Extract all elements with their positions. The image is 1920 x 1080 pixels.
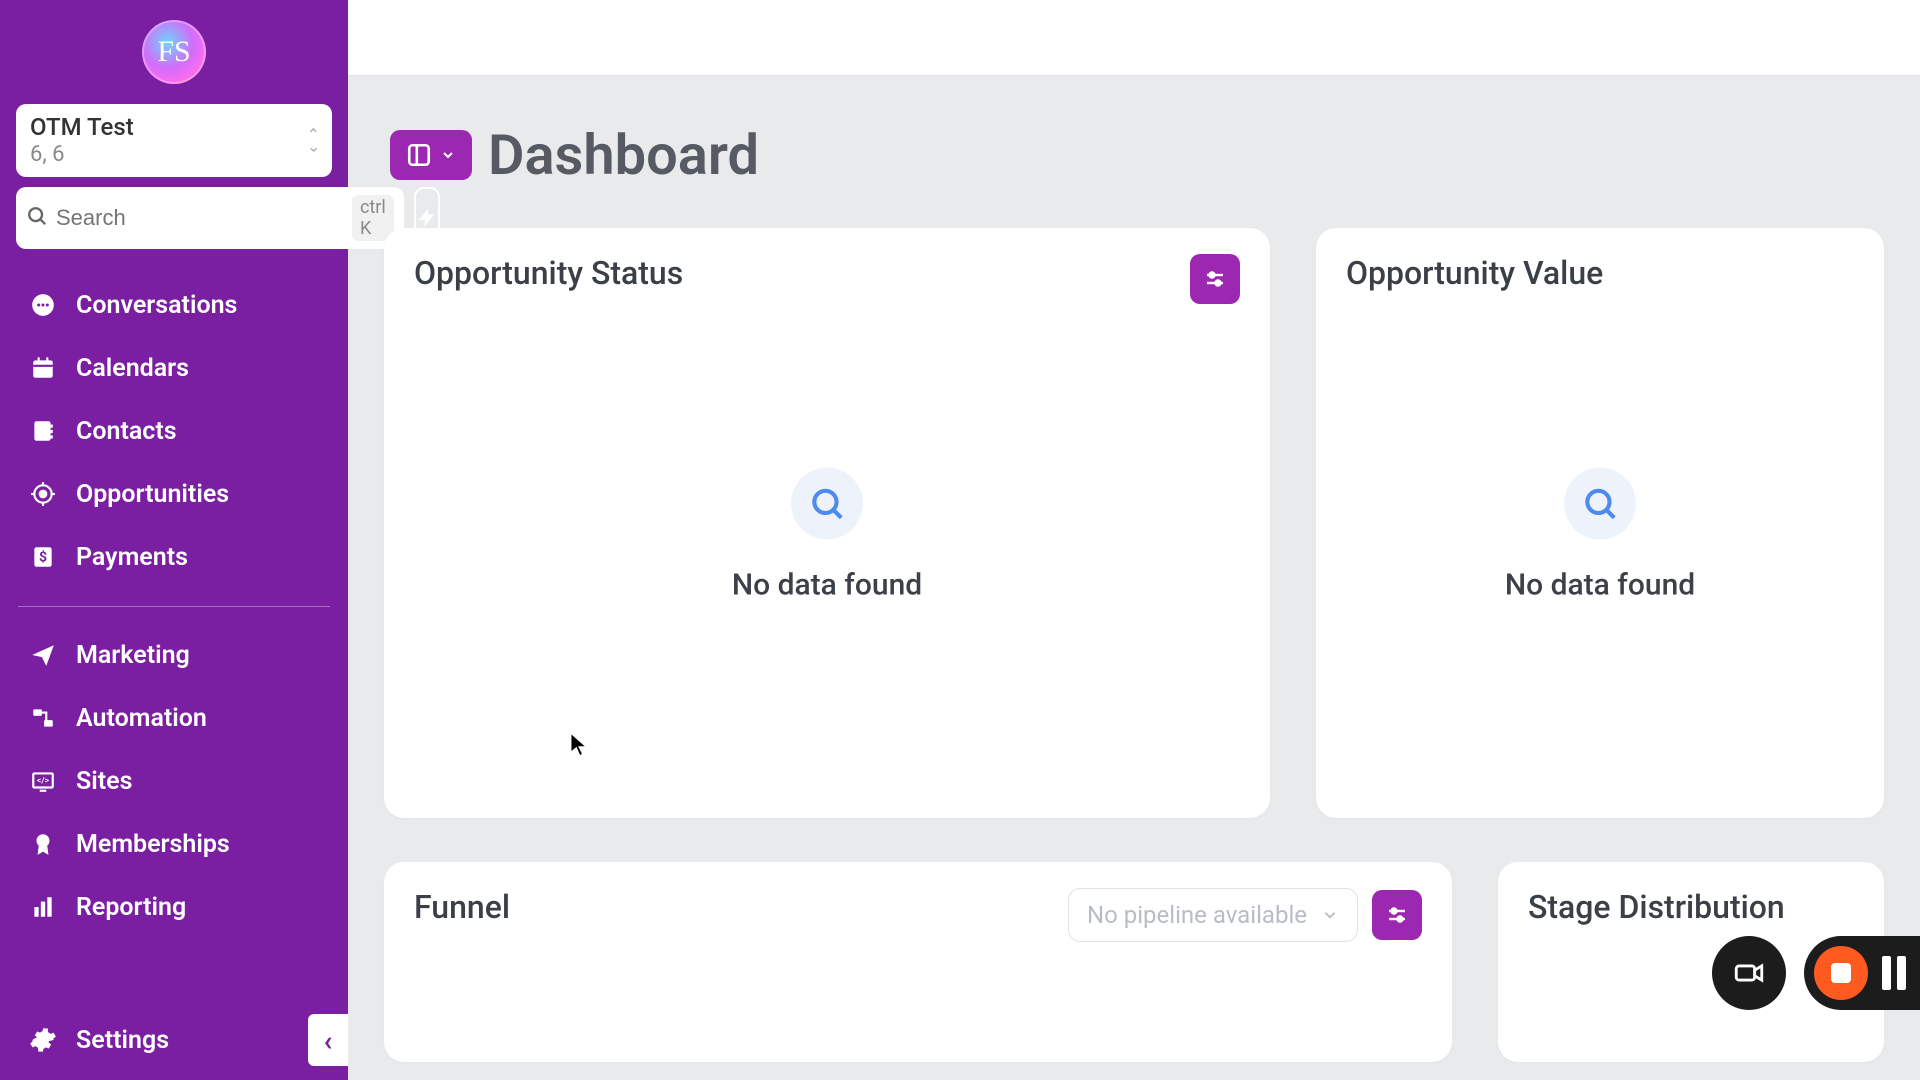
chevron-updown-icon: ⌃⌃ — [307, 132, 320, 150]
sidebar-item-label: Payments — [76, 543, 188, 572]
logo-wrap: FS — [0, 0, 348, 98]
sidebar-item-reporting[interactable]: Reporting — [14, 879, 334, 936]
stop-icon — [1831, 963, 1851, 983]
pipeline-placeholder: No pipeline available — [1087, 901, 1307, 929]
page-title: Dashboard — [488, 122, 759, 188]
main-content: Dashboard Opportunity Status No data fou… — [348, 76, 1920, 1080]
empty-state: No data found — [1316, 467, 1884, 602]
cards-row-1: Opportunity Status No data found Opportu… — [384, 228, 1884, 818]
card-opportunity-value: Opportunity Value No data found — [1316, 228, 1884, 818]
empty-state: No data found — [384, 467, 1270, 602]
empty-text: No data found — [732, 567, 922, 602]
sliders-icon — [1385, 903, 1409, 927]
search-icon — [26, 205, 48, 231]
card-title: Opportunity Value — [1346, 254, 1603, 292]
account-switcher[interactable]: OTM Test 6, 6 ⌃⌃ — [16, 104, 332, 177]
pause-icon — [1882, 956, 1891, 990]
nav-divider — [18, 606, 330, 607]
pause-icon — [1897, 956, 1906, 990]
card-title: Opportunity Status — [414, 254, 683, 292]
sidebar-item-conversations[interactable]: Conversations — [14, 277, 334, 334]
sidebar-item-sites[interactable]: </> Sites — [14, 753, 334, 810]
sites-icon: </> — [28, 768, 58, 794]
search-box[interactable]: ctrl K — [16, 187, 404, 249]
recorder-stop-button[interactable] — [1814, 946, 1868, 1000]
sidebar-item-contacts[interactable]: Contacts — [14, 403, 334, 460]
card-funnel: Funnel No pipeline available — [384, 862, 1452, 1062]
sidebar-item-label: Opportunities — [76, 480, 229, 509]
send-icon — [28, 642, 58, 668]
chevron-down-icon — [1321, 906, 1339, 924]
sidebar-item-marketing[interactable]: Marketing — [14, 627, 334, 684]
sliders-icon — [1203, 267, 1227, 291]
empty-icon-circle — [1564, 467, 1636, 539]
svg-text:</>: </> — [37, 777, 50, 787]
chevron-down-icon — [440, 147, 456, 163]
svg-text:$: $ — [39, 549, 47, 566]
sidebar-item-memberships[interactable]: Memberships — [14, 816, 334, 873]
recorder-pause-button[interactable] — [1882, 956, 1906, 990]
sidebar-item-label: Conversations — [76, 291, 237, 320]
account-title: OTM Test — [30, 114, 318, 142]
chevron-left-icon: ‹ — [324, 1024, 333, 1057]
settings-row: Settings ‹ — [0, 1000, 348, 1080]
video-icon — [1732, 956, 1766, 990]
sidebar-item-payments[interactable]: $ Payments — [14, 529, 334, 586]
automation-icon — [28, 705, 58, 731]
empty-text: No data found — [1505, 567, 1695, 602]
payments-icon: $ — [28, 544, 58, 570]
empty-icon-circle — [791, 467, 863, 539]
sidebar: FS OTM Test 6, 6 ⌃⌃ ctrl K Conversations… — [0, 0, 348, 1080]
collapse-sidebar-button[interactable]: ‹ — [308, 1014, 348, 1066]
card-settings-button[interactable] — [1190, 254, 1240, 304]
dashboard-layout-button[interactable] — [390, 130, 472, 180]
card-title: Funnel — [414, 888, 510, 926]
settings-label: Settings — [76, 1026, 169, 1055]
sidebar-item-label: Reporting — [76, 893, 186, 922]
nav-group-2: Marketing Automation </> Sites Membershi… — [0, 617, 348, 946]
sidebar-item-label: Calendars — [76, 354, 189, 383]
gear-icon — [28, 1026, 58, 1054]
sidebar-item-label: Marketing — [76, 641, 190, 670]
sidebar-item-calendars[interactable]: Calendars — [14, 340, 334, 397]
recorder-controls — [1804, 936, 1920, 1010]
search-empty-icon — [1581, 484, 1619, 522]
chat-icon — [28, 292, 58, 318]
account-subtitle: 6, 6 — [30, 142, 318, 167]
contacts-icon — [28, 418, 58, 444]
search-row: ctrl K — [16, 187, 332, 249]
pipeline-select[interactable]: No pipeline available — [1068, 888, 1358, 942]
search-empty-icon — [808, 484, 846, 522]
sidebar-item-label: Contacts — [76, 417, 177, 446]
top-bar — [348, 0, 1920, 76]
nav-group-1: Conversations Calendars Contacts Opportu… — [0, 267, 348, 596]
card-title: Stage Distribution — [1528, 888, 1785, 926]
sidebar-item-label: Automation — [76, 704, 207, 733]
cards-row-2: Funnel No pipeline available Stage Distr… — [384, 862, 1884, 1062]
sidebar-item-label: Sites — [76, 767, 132, 796]
layout-icon — [406, 142, 432, 168]
recorder-camera-button[interactable] — [1712, 936, 1786, 1010]
sidebar-item-label: Memberships — [76, 830, 230, 859]
target-icon — [28, 481, 58, 507]
sidebar-item-automation[interactable]: Automation — [14, 690, 334, 747]
card-opportunity-status: Opportunity Status No data found — [384, 228, 1270, 818]
sidebar-item-settings[interactable]: Settings — [28, 1026, 169, 1055]
search-input[interactable] — [56, 205, 344, 231]
sidebar-item-opportunities[interactable]: Opportunities — [14, 466, 334, 523]
bar-chart-icon — [28, 894, 58, 920]
calendar-icon — [28, 355, 58, 381]
page-header: Dashboard — [390, 122, 1884, 188]
brand-logo[interactable]: FS — [142, 20, 206, 84]
badge-icon — [28, 831, 58, 857]
card-settings-button[interactable] — [1372, 890, 1422, 940]
screen-recorder-overlay — [1712, 936, 1920, 1010]
